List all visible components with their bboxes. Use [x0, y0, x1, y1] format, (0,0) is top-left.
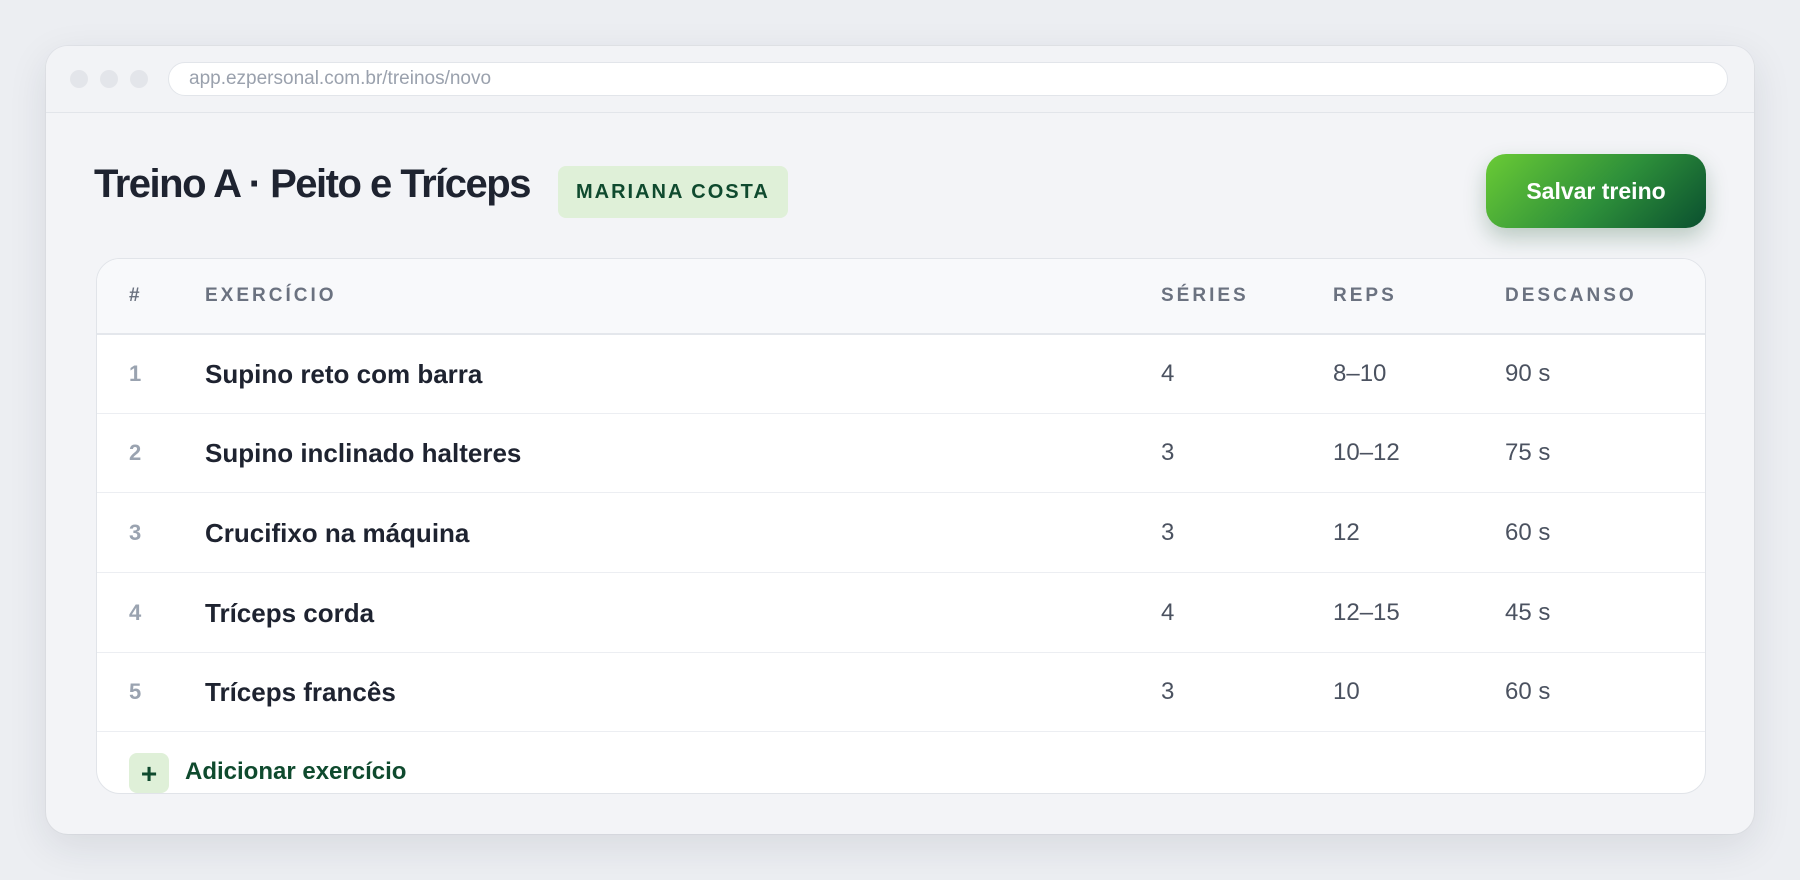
table-row[interactable]: 2 Supino inclinado halteres 3 10–12 75 s — [97, 414, 1705, 493]
series-value[interactable]: 4 — [1161, 335, 1174, 413]
exercise-name[interactable]: Supino reto com barra — [205, 335, 482, 413]
exercise-name[interactable]: Tríceps corda — [205, 574, 374, 652]
column-header-rest: DESCANSO — [1505, 285, 1637, 306]
window-minimize-dot[interactable] — [100, 70, 118, 88]
column-header-series: SÉRIES — [1161, 285, 1249, 306]
row-number: 3 — [129, 520, 142, 545]
reps-value[interactable]: 10–12 — [1333, 414, 1400, 492]
rest-value[interactable]: 75 s — [1505, 414, 1550, 492]
column-header-exercise: EXERCÍCIO — [205, 285, 337, 306]
row-number: 1 — [129, 361, 142, 386]
rest-value[interactable]: 90 s — [1505, 335, 1550, 413]
row-number: 4 — [129, 600, 142, 625]
exercise-table: # EXERCÍCIO SÉRIES REPS DESCANSO 1 Supin… — [96, 258, 1706, 794]
browser-chrome: app.ezpersonal.com.br/treinos/novo — [46, 46, 1754, 113]
exercise-name[interactable]: Supino inclinado halteres — [205, 414, 521, 492]
client-badge: MARIANA COSTA — [558, 166, 788, 218]
browser-window: app.ezpersonal.com.br/treinos/novo Trein… — [46, 46, 1754, 834]
series-value[interactable]: 3 — [1161, 494, 1174, 572]
window-maximize-dot[interactable] — [130, 70, 148, 88]
series-value[interactable]: 4 — [1161, 574, 1174, 652]
reps-value[interactable]: 8–10 — [1333, 335, 1386, 413]
column-header-reps: REPS — [1333, 285, 1397, 306]
window-close-dot[interactable] — [70, 70, 88, 88]
series-value[interactable]: 3 — [1161, 653, 1174, 731]
rest-value[interactable]: 60 s — [1505, 494, 1550, 572]
series-value[interactable]: 3 — [1161, 414, 1174, 492]
table-row[interactable]: 1 Supino reto com barra 4 8–10 90 s — [97, 335, 1705, 414]
table-header: # EXERCÍCIO SÉRIES REPS DESCANSO — [97, 259, 1705, 335]
page-title: Treino A · Peito e Tríceps — [94, 162, 531, 206]
save-button[interactable]: Salvar treino — [1486, 154, 1706, 228]
reps-value[interactable]: 12–15 — [1333, 574, 1400, 652]
column-header-number: # — [129, 285, 143, 306]
exercise-name[interactable]: Crucifixo na máquina — [205, 494, 469, 572]
exercise-name[interactable]: Tríceps francês — [205, 653, 396, 731]
rest-value[interactable]: 45 s — [1505, 574, 1550, 652]
reps-value[interactable]: 10 — [1333, 653, 1360, 731]
row-number: 2 — [129, 440, 142, 465]
add-exercise-label[interactable]: Adicionar exercício — [185, 753, 406, 791]
table-row[interactable]: 5 Tríceps francês 3 10 60 s — [97, 653, 1705, 732]
rest-value[interactable]: 60 s — [1505, 653, 1550, 731]
table-row[interactable]: 4 Tríceps corda 4 12–15 45 s — [97, 574, 1705, 653]
reps-value[interactable]: 12 — [1333, 494, 1360, 572]
plus-icon[interactable]: + — [129, 753, 169, 793]
row-number: 5 — [129, 679, 142, 704]
table-row[interactable]: 3 Crucifixo na máquina 3 12 60 s — [97, 494, 1705, 573]
address-bar[interactable]: app.ezpersonal.com.br/treinos/novo — [168, 62, 1728, 96]
